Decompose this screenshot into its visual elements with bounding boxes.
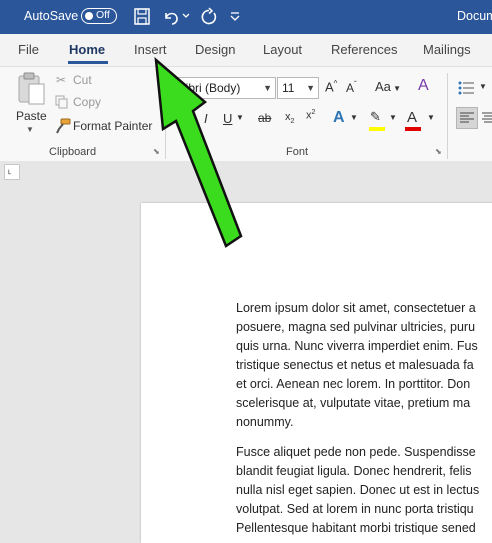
clipboard-paste-icon (18, 72, 45, 105)
clipboard-launcher-icon[interactable]: ⬊ (153, 147, 160, 156)
bullets-icon[interactable] (458, 81, 474, 95)
font-size-combo[interactable]: 11 ▼ (277, 77, 319, 99)
undo-dropdown-icon[interactable] (182, 12, 190, 20)
text-effects-icon[interactable]: A (333, 109, 345, 127)
underline-dropdown-icon[interactable]: ▼ (236, 113, 244, 122)
font-launcher-icon[interactable]: ⬊ (435, 147, 442, 156)
tab-mailings[interactable]: Mailings (423, 42, 471, 57)
customize-qat-icon[interactable] (229, 10, 241, 22)
font-color-dropdown-icon[interactable]: ▼ (427, 113, 435, 122)
tab-file[interactable]: File (18, 42, 39, 57)
superscript-icon[interactable]: x2 (306, 109, 315, 122)
toggle-knob (85, 11, 93, 20)
clear-formatting-icon[interactable]: A (418, 77, 429, 95)
tab-design[interactable]: Design (195, 42, 235, 57)
shrink-font-icon[interactable]: Aˇ (346, 80, 357, 95)
chevron-down-icon[interactable]: ▼ (263, 78, 272, 98)
paste-button[interactable]: Paste ▼ (14, 71, 50, 137)
clipboard-group-label: Clipboard (49, 146, 97, 158)
chevron-down-icon[interactable]: ▼ (306, 78, 315, 98)
paste-dropdown-icon[interactable]: ▼ (26, 125, 34, 134)
document-title: Docum (457, 9, 492, 23)
group-separator (447, 73, 448, 159)
text-line: Pellentesque habitant morbi tristique se… (236, 521, 476, 535)
ribbon-body: Paste ▼ ✂ Cut Copy Format Painter Clipbo… (0, 66, 492, 161)
tab-insert[interactable]: Insert (134, 42, 167, 57)
italic-icon[interactable]: I (204, 111, 208, 126)
save-icon[interactable] (133, 7, 151, 27)
tab-selector[interactable]: ˪ (4, 164, 20, 180)
text-line: volutpat. Sed at lorem in nunc porta tri… (236, 502, 474, 516)
strikethrough-icon[interactable]: ab (258, 111, 271, 125)
text-line: scelerisque at, vulputate vitae, pretium… (236, 396, 471, 410)
highlight-icon[interactable]: ✎ (370, 109, 381, 125)
group-separator (165, 73, 166, 159)
underline-icon[interactable]: U (223, 111, 232, 126)
autosave-label: AutoSave (24, 9, 79, 23)
highlight-dropdown-icon[interactable]: ▼ (389, 113, 397, 122)
paragraph-2[interactable]: Fusce aliquet pede non pede. Suspendisse… (236, 443, 492, 538)
change-case-button[interactable]: Aa ▼ (375, 79, 401, 94)
bullets-dropdown-icon[interactable]: ▼ (479, 82, 487, 91)
text-line: nulla nisl eget sapien. Donec ut est in … (236, 483, 480, 497)
text-line: Lorem ipsum dolor sit amet, consectetuer… (236, 301, 476, 315)
document-page[interactable]: Lorem ipsum dolor sit amet, consectetuer… (141, 203, 492, 543)
title-bar: AutoSave Off Docum (0, 0, 492, 34)
font-size-value: 11 (282, 81, 295, 95)
change-case-label: Aa (375, 79, 391, 94)
text-line: quis urna. Nunc viverra imperdiet enim. … (236, 339, 478, 353)
paste-label: Paste (16, 109, 47, 123)
format-painter-icon (56, 118, 71, 134)
font-name-combo[interactable]: libri (Body) ▼ (178, 77, 276, 99)
tab-home[interactable]: Home (69, 42, 105, 57)
undo-icon[interactable] (162, 7, 180, 27)
format-painter-button[interactable]: Format Painter (73, 119, 152, 133)
highlight-color-bar (369, 127, 385, 131)
text-line: nonummy. (236, 415, 294, 429)
subscript-icon[interactable]: x2 (285, 111, 294, 125)
tab-layout[interactable]: Layout (263, 42, 302, 57)
copy-icon (55, 95, 68, 109)
text-effects-dropdown-icon[interactable]: ▼ (350, 113, 358, 122)
autosave-state: Off (96, 9, 110, 21)
autosave-toggle[interactable]: Off (81, 8, 117, 24)
text-line: posuere, magna sed pulvinar ultricies, p… (236, 320, 476, 334)
text-line: et orci. Aenean nec lorem. In porttitor.… (236, 377, 471, 391)
tab-references[interactable]: References (331, 42, 397, 57)
text-line: blandit feugiat ligula. Donec hendrerit,… (236, 464, 472, 478)
redo-icon[interactable] (199, 7, 219, 27)
text-line: Fusce aliquet pede non pede. Suspendisse (236, 445, 476, 459)
font-color-icon[interactable]: A (407, 109, 417, 126)
active-tab-indicator (68, 61, 108, 64)
font-color-bar (405, 127, 421, 131)
text-line: tristique senectus et netus et malesuada… (236, 358, 474, 372)
align-left-icon (460, 112, 474, 123)
font-group-label: Font (286, 146, 309, 158)
left-tab-icon: ˪ (8, 166, 12, 177)
grow-font-icon[interactable]: A^ (325, 79, 337, 94)
align-center-icon[interactable] (482, 111, 492, 125)
cut-icon: ✂ (56, 73, 67, 87)
font-name-value: libri (Body) (183, 81, 241, 95)
cut-button[interactable]: Cut (73, 73, 92, 87)
ribbon: File Home Insert Design Layout Reference… (0, 34, 492, 161)
align-left-button[interactable] (456, 107, 478, 129)
paragraph-1[interactable]: Lorem ipsum dolor sit amet, consectetuer… (236, 299, 492, 432)
copy-button[interactable]: Copy (73, 95, 101, 109)
